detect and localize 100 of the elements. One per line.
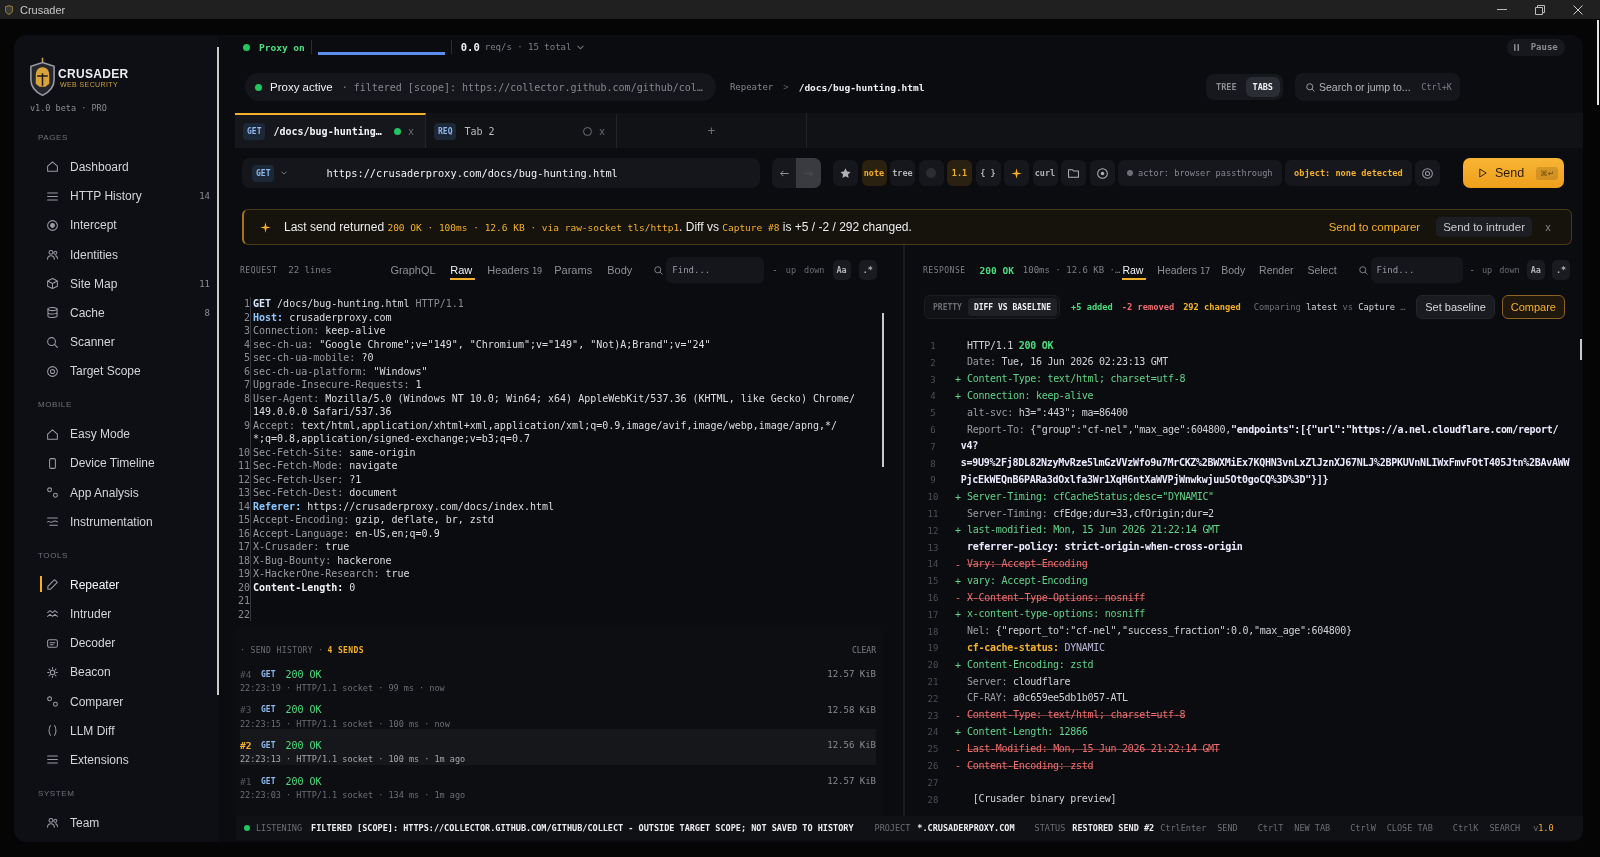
chevron-down-icon[interactable] <box>577 44 585 50</box>
search-bar[interactable]: Search or jump to... Ctrl+K <box>1295 73 1460 101</box>
scrollbar-thumb[interactable] <box>882 313 884 467</box>
nav-item[interactable]: Cache 8 <box>40 298 224 328</box>
editor-tab[interactable]: Raw <box>450 260 476 280</box>
diff-sign: - <box>955 558 961 570</box>
nav-item[interactable]: App Analysis <box>40 478 224 508</box>
new-tab-button[interactable]: + <box>707 123 716 138</box>
nav-item[interactable]: Identities <box>40 239 224 270</box>
pane-title: RESPONSE <box>923 265 966 275</box>
find-option-button[interactable]: .* <box>858 260 877 280</box>
nav-item[interactable]: Scanner <box>40 327 224 357</box>
request-tab[interactable]: GET /docs/bug-hunting… x <box>235 113 426 148</box>
nav-item[interactable]: Extensions <box>40 745 224 775</box>
nav-item[interactable]: Target Scope <box>40 356 224 386</box>
nav-item[interactable]: Repeater <box>40 570 224 600</box>
line-number: 11 <box>926 508 940 519</box>
editor-tab[interactable]: Raw <box>1122 260 1147 280</box>
history-row[interactable]: #2 GET 200 OK 12.56 KiB 22:23:13 · HTTP/1.1 socket · 100 ms · 1m ago <box>240 729 876 766</box>
caret-icon[interactable] <box>281 171 288 175</box>
history-row[interactable]: #1 GET 200 OK 12.57 KiB 22:23:03 · HTTP/1.1 socket · 134 ms · 1m ago <box>240 765 876 801</box>
toolbar-button[interactable] <box>1089 160 1115 186</box>
toolbar-button[interactable] <box>1004 160 1029 186</box>
scrollbar-thumb[interactable] <box>1580 339 1582 360</box>
find-field[interactable]: Find... <box>1370 257 1463 283</box>
nav-item[interactable]: Intruder <box>40 599 224 629</box>
nav-item[interactable]: Team <box>40 808 224 838</box>
circles-icon <box>47 696 58 708</box>
view-tab[interactable]: TREE <box>1209 77 1244 97</box>
close-icon[interactable] <box>1573 4 1583 15</box>
toolbar-button[interactable]: note <box>861 160 887 186</box>
editor-tab[interactable]: Select <box>1307 260 1340 280</box>
nav-item[interactable]: Device Timeline <box>40 448 224 479</box>
nav-item[interactable]: Instrumentation <box>40 507 224 537</box>
find-option-button[interactable]: Aa <box>832 260 851 280</box>
nav-item[interactable]: Dashboard <box>40 152 224 182</box>
find-field[interactable]: Find... <box>666 257 765 283</box>
editor-tab[interactable]: Body <box>607 260 636 280</box>
toolbar-button[interactable]: curl <box>1032 160 1058 186</box>
editor-tab[interactable]: Render <box>1259 260 1297 280</box>
scrollbar-thumb[interactable] <box>217 47 219 695</box>
line-number: 3 <box>929 374 937 385</box>
intruder-button[interactable]: Send to intruder <box>1436 217 1532 237</box>
breadcrumb-separator: > <box>783 82 789 92</box>
nav-item[interactable]: Decoder <box>40 628 224 658</box>
address-bar[interactable]: GET https://crusaderproxy.com/docs/bug-hunting.html <box>242 158 760 188</box>
shield-icon <box>5 4 13 15</box>
request-tab[interactable]: REQ Tab 2 x <box>426 113 617 148</box>
toolbar-button[interactable] <box>1061 160 1086 186</box>
pause-button[interactable]: Pause <box>1507 38 1565 56</box>
lines-icon <box>47 190 58 202</box>
toolbar-button[interactable]: tree <box>890 160 915 186</box>
send-details: 22:23:15 · HTTP/1.1 socket · 100 ms · now <box>240 717 451 730</box>
nav-item[interactable]: Beacon <box>40 657 224 687</box>
line-number: 5 <box>929 408 937 419</box>
dismiss-button[interactable]: x <box>1544 221 1551 233</box>
close-tab-button[interactable]: x <box>598 126 605 137</box>
shortcut-label: SEND <box>1217 823 1238 833</box>
code-line: Content-Type: text/html; charset=utf-8 <box>967 372 1186 387</box>
scrollbar-thumb[interactable] <box>1597 20 1599 105</box>
editor-tab[interactable]: GraphQL <box>390 260 439 280</box>
code-line: X-Content-Type-Options: nosniff <box>967 590 1145 605</box>
nav-item[interactable]: Comparer <box>40 686 224 717</box>
editor-tab[interactable]: Body <box>1221 260 1249 280</box>
breadcrumb-link[interactable]: Repeater <box>729 82 774 92</box>
line-number: 24 <box>926 727 940 738</box>
view-tab[interactable]: PRETTY <box>927 298 968 316</box>
code-line: Content-Encoding: zstd <box>967 657 1094 672</box>
send-number: #1 <box>240 775 253 787</box>
toolbar-button[interactable] <box>1415 160 1441 186</box>
close-tab-button[interactable]: x <box>407 126 414 137</box>
history-row[interactable]: #3 GET 200 OK 12.58 KiB 22:23:15 · HTTP/1.1 socket · 100 ms · now <box>240 693 876 730</box>
toolbar-button[interactable]: { } <box>975 160 1001 186</box>
line-number: 28 <box>926 794 940 805</box>
nav-item[interactable]: Easy Mode <box>40 419 224 449</box>
toolbar-button[interactable] <box>833 160 858 186</box>
folder-icon <box>1068 167 1079 179</box>
url-field[interactable]: https://crusaderproxy.com/docs/bug-hunting.html <box>326 167 727 179</box>
circle-icon <box>926 168 936 178</box>
toolbar-button[interactable]: 1.1 <box>947 160 972 186</box>
nav-item[interactable]: Site Map 11 <box>40 269 224 299</box>
history-row[interactable]: #4 GET 200 OK 12.57 KiB 22:23:19 · HTTP/1.1 socket · 99 ms · now <box>240 658 876 694</box>
find-option-button[interactable]: .* <box>1551 260 1571 280</box>
view-tab[interactable]: TABS <box>1245 77 1280 97</box>
comparer-link[interactable]: Send to comparer <box>1328 221 1421 233</box>
search-field[interactable]: Search or jump to... <box>1319 81 1419 93</box>
clear-button[interactable]: CLEAR <box>851 645 876 655</box>
editor-tab[interactable]: Headers 19 <box>487 260 543 280</box>
restore-icon[interactable] <box>1535 4 1545 15</box>
find-option-button[interactable]: Aa <box>1526 260 1545 280</box>
editor-tab[interactable]: Headers 17 <box>1157 260 1211 280</box>
line-number: 18 <box>236 553 250 567</box>
nav-item[interactable]: Intercept <box>40 210 224 240</box>
compare-button[interactable]: Compare <box>1501 295 1565 319</box>
editor-tab[interactable]: Params <box>554 260 596 280</box>
set-baseline-button[interactable]: Set baseline <box>1416 295 1495 319</box>
nav-item[interactable]: LLM Diff <box>40 716 224 746</box>
diff-sign: + <box>955 659 961 671</box>
view-tab[interactable]: DIFF VS BASELINE <box>967 298 1057 316</box>
nav-item[interactable]: HTTP History 14 <box>40 181 224 211</box>
